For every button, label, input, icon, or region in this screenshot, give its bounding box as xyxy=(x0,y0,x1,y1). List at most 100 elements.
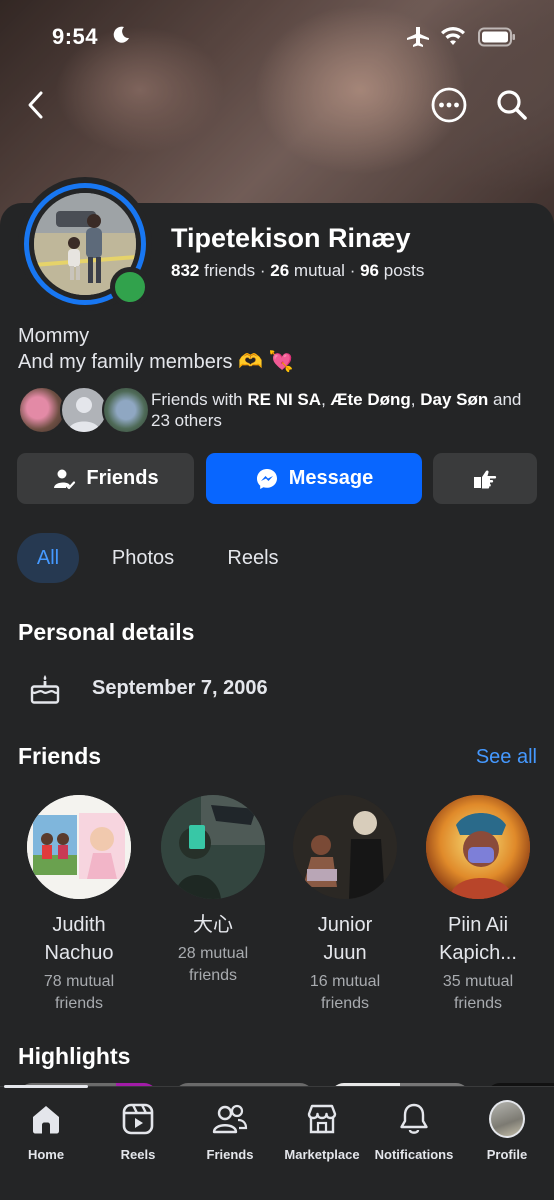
more-icon xyxy=(431,87,467,123)
mutual-avatar xyxy=(102,386,150,434)
friend-photo xyxy=(27,795,131,899)
friends-count-label: friends xyxy=(204,261,256,280)
back-button[interactable] xyxy=(18,86,52,124)
marketplace-icon xyxy=(304,1101,340,1137)
friend-mutual-count: 78 mutual friends xyxy=(19,971,139,1015)
friend-card[interactable]: Junior Juun 16 mutual friends xyxy=(285,795,405,1015)
posts-count[interactable]: 96 xyxy=(360,261,379,280)
nav-reels[interactable]: Reels xyxy=(92,1101,184,1162)
friend-photo xyxy=(161,795,265,899)
friend-name: Junior Juun xyxy=(285,911,405,967)
top-navigation xyxy=(0,82,554,128)
avatar xyxy=(489,1100,525,1138)
tab-reels[interactable]: Reels xyxy=(213,533,293,583)
mutual-prefix: Friends with xyxy=(151,390,248,409)
profile-sheet: Tipetekison Rinæy 832 friends · 26 mutua… xyxy=(0,177,554,1107)
friends-icon xyxy=(212,1101,248,1137)
see-all-friends-link[interactable]: See all xyxy=(476,746,537,769)
friend-mutual-count: 16 mutual friends xyxy=(285,971,405,1015)
nav-label: Home xyxy=(27,1147,65,1162)
tab-all[interactable]: All xyxy=(17,533,79,583)
active-tab-indicator xyxy=(4,1085,88,1088)
nav-label: Profile xyxy=(486,1147,528,1162)
birthday-cake-icon xyxy=(30,675,60,704)
messenger-icon xyxy=(256,468,277,489)
friend-mutual-count: 28 mutual friends xyxy=(153,943,273,987)
friend-mutual-line: friends xyxy=(54,995,104,1012)
chevron-left-icon xyxy=(28,91,43,119)
airplane-icon xyxy=(407,27,429,47)
mutual-friends-row[interactable]: Friends with RE NI SA, Æte Døng, Day Søn… xyxy=(18,386,538,436)
mutual-separator: , xyxy=(321,390,331,409)
friend-card[interactable]: Piin Aii Kapich... 35 mutual friends xyxy=(418,795,538,1015)
friend-name-line: 大心 xyxy=(193,914,233,936)
search-button[interactable] xyxy=(493,86,531,124)
nav-home[interactable]: Home xyxy=(0,1101,92,1162)
friend-mutual-line: friends xyxy=(453,995,503,1012)
profile-avatar-icon xyxy=(489,1100,525,1138)
personal-details-title: Personal details xyxy=(18,619,195,645)
posts-count-label: posts xyxy=(383,261,425,280)
friend-photo xyxy=(293,795,397,899)
nav-notifications[interactable]: Notifications xyxy=(368,1101,460,1162)
wifi-icon xyxy=(441,27,465,45)
friend-card[interactable]: Judith Nachuo 78 mutual friends xyxy=(19,795,139,1015)
bell-icon xyxy=(396,1101,432,1137)
nav-label: Marketplace xyxy=(284,1147,360,1162)
friend-name-line: Nachuo xyxy=(44,942,114,964)
friend-card[interactable]: 大心 28 mutual friends xyxy=(153,795,273,987)
friends-count[interactable]: 832 xyxy=(171,261,199,280)
mutual-count[interactable]: 26 xyxy=(270,261,289,280)
tab-photos[interactable]: Photos xyxy=(93,533,193,583)
friend-mutual-line: 78 mutual xyxy=(43,973,115,990)
friend-check-icon xyxy=(54,469,76,489)
profile-actions: Friends Message xyxy=(17,453,537,504)
bio-line: And my family members 🫶 💘 xyxy=(18,351,294,373)
stats-separator: · xyxy=(349,261,361,280)
bio-line: Mommy xyxy=(18,325,90,347)
profile-bio: Mommy And my family members 🫶 💘 xyxy=(18,323,293,375)
friend-mutual-count: 35 mutual friends xyxy=(418,971,538,1015)
highlights-title: Highlights xyxy=(18,1043,131,1069)
status-time: 9:54 xyxy=(52,24,99,49)
moon-icon xyxy=(113,26,129,43)
nav-label: Reels xyxy=(120,1147,156,1162)
more-options-button[interactable] xyxy=(430,86,468,124)
friend-mutual-line: friends xyxy=(320,995,370,1012)
mutual-count-label: mutual xyxy=(293,261,345,280)
friend-name-line: Juun xyxy=(323,942,367,964)
nav-marketplace[interactable]: Marketplace xyxy=(276,1101,368,1162)
mutual-name[interactable]: Æte Døng xyxy=(331,390,411,409)
mutual-friends-text: Friends with RE NI SA, Æte Døng, Day Søn… xyxy=(151,389,541,431)
nav-friends[interactable]: Friends xyxy=(184,1101,276,1162)
mutual-name[interactable]: Day Søn xyxy=(420,390,488,409)
friend-name-line: Piin Aii xyxy=(447,914,509,936)
friends-button[interactable]: Friends xyxy=(17,453,194,504)
friend-name: 大心 xyxy=(153,911,273,939)
status-bar: 9:54 xyxy=(0,22,554,52)
poke-hand-icon xyxy=(474,470,497,488)
friends-button-label: Friends xyxy=(86,467,159,489)
mutual-avatars xyxy=(18,386,150,434)
friend-photo-image xyxy=(161,795,265,899)
mutual-avatar xyxy=(18,386,66,434)
friend-mutual-line: 16 mutual xyxy=(309,973,381,990)
friend-name-line: Junior xyxy=(317,914,373,936)
online-status-indicator xyxy=(110,267,150,307)
reels-icon xyxy=(120,1101,156,1137)
friend-photo xyxy=(426,795,530,899)
friend-mutual-line: 35 mutual xyxy=(442,973,514,990)
nav-label: Notifications xyxy=(374,1147,454,1162)
friend-name: Judith Nachuo xyxy=(19,911,139,967)
nav-profile[interactable]: Profile xyxy=(461,1100,553,1162)
home-icon xyxy=(28,1101,64,1137)
message-button[interactable]: Message xyxy=(206,453,422,504)
birthday-value: September 7, 2006 xyxy=(92,677,268,699)
friend-mutual-line: friends xyxy=(188,967,238,984)
friend-name-line: Kapich... xyxy=(439,942,517,964)
message-button-label: Message xyxy=(288,467,374,489)
friend-name: Piin Aii Kapich... xyxy=(418,911,538,967)
mutual-name[interactable]: RE NI SA xyxy=(247,390,321,409)
nav-label: Friends xyxy=(206,1147,254,1162)
poke-button[interactable] xyxy=(433,453,537,504)
